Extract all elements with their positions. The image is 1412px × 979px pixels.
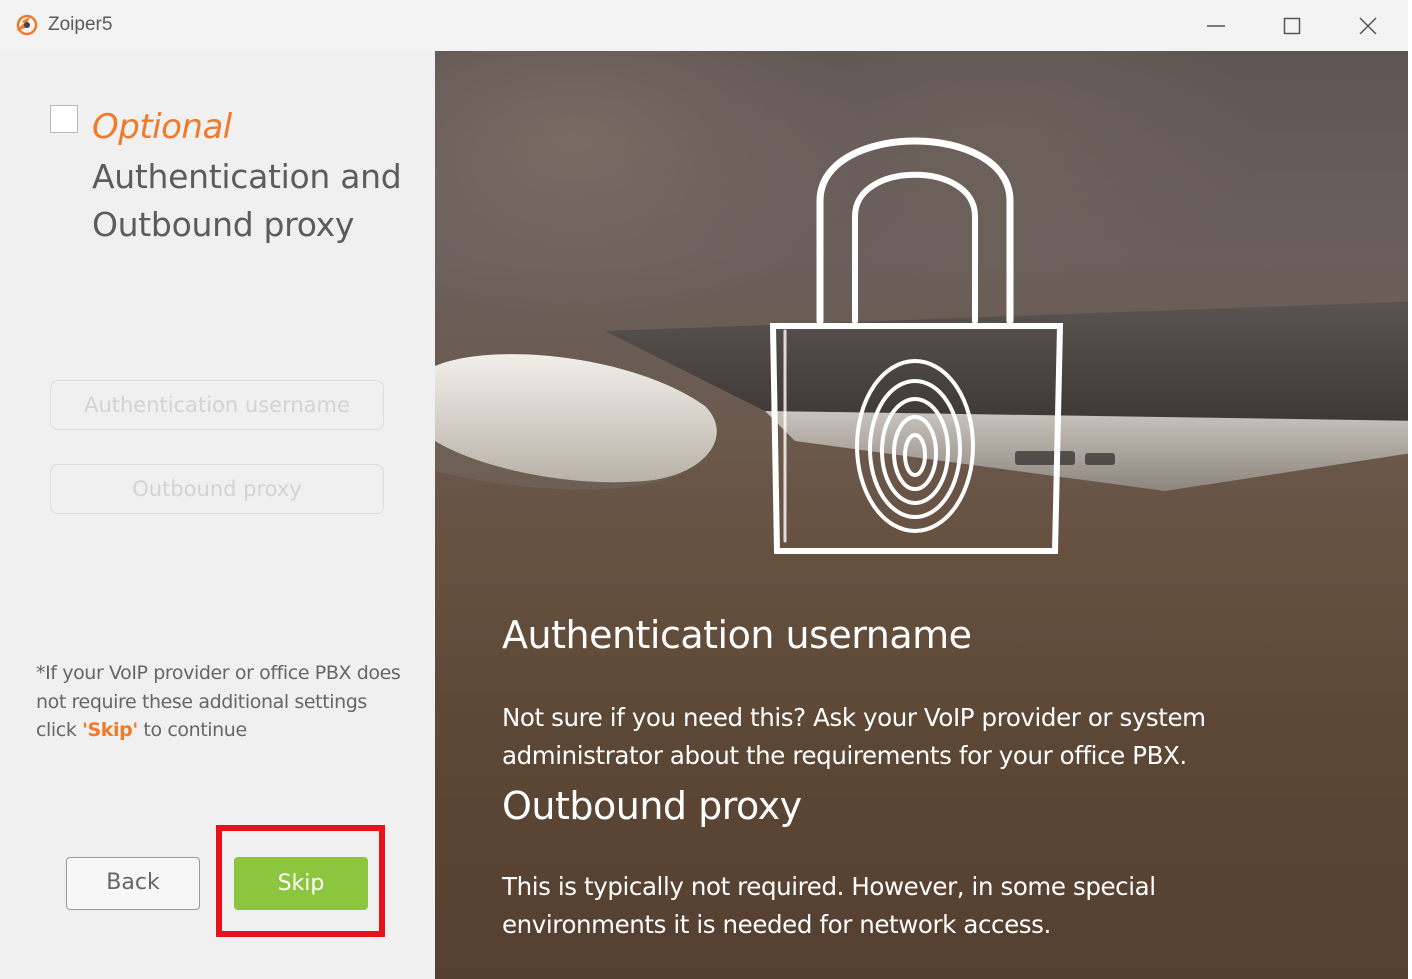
- note-skip-word: 'Skip': [82, 719, 138, 741]
- note-line1: *If your VoIP provider or office PBX doe…: [36, 662, 401, 684]
- settings-panel: Optional Authentication and Outbound pro…: [0, 51, 435, 979]
- zoiper-logo-icon: [16, 14, 38, 36]
- minimize-button[interactable]: [1178, 0, 1254, 51]
- info-panel: Authentication username Not sure if you …: [435, 51, 1408, 979]
- maximize-icon: [1283, 17, 1301, 34]
- proxy-desc-line2: environments it is needed for network ac…: [502, 910, 1051, 939]
- auth-username-description: Not sure if you need this? Ask your VoIP…: [502, 699, 1262, 775]
- outbound-proxy-input[interactable]: [50, 464, 384, 514]
- proxy-desc-line1: This is typically not required. However,…: [502, 872, 1156, 901]
- optional-checkbox[interactable]: [50, 105, 78, 133]
- auth-username-input[interactable]: [50, 380, 384, 430]
- minimize-icon: [1207, 24, 1225, 27]
- title-bar: Zoiper5: [0, 0, 1408, 51]
- zoiper-window: Zoiper5 Optional Authentication and Outb…: [0, 0, 1408, 979]
- skip-button[interactable]: Skip: [234, 857, 368, 910]
- skip-note: *If your VoIP provider or office PBX doe…: [36, 659, 416, 745]
- note-line3-prefix: click: [36, 719, 83, 741]
- outbound-proxy-title: Outbound proxy: [502, 784, 802, 828]
- auth-desc-line1: Not sure if you need this? Ask your VoIP…: [502, 703, 1206, 732]
- back-button[interactable]: Back: [66, 857, 200, 910]
- window-title: Zoiper5: [48, 14, 113, 35]
- optional-label: Optional: [92, 107, 232, 147]
- auth-username-title: Authentication username: [502, 613, 972, 657]
- close-icon: [1359, 16, 1377, 35]
- fingerprint-lock-icon: [769, 137, 1064, 554]
- auth-desc-line2: administrator about the requirements for…: [502, 741, 1187, 770]
- note-line2: not require these additional settings: [36, 690, 367, 713]
- outbound-proxy-description: This is typically not required. However,…: [502, 868, 1262, 944]
- note-line3-suffix: to continue: [137, 719, 247, 741]
- close-button[interactable]: [1330, 0, 1406, 51]
- maximize-button[interactable]: [1254, 0, 1330, 51]
- section-heading-line1: Authentication and: [92, 157, 402, 196]
- section-heading-line2: Outbound proxy: [92, 205, 355, 244]
